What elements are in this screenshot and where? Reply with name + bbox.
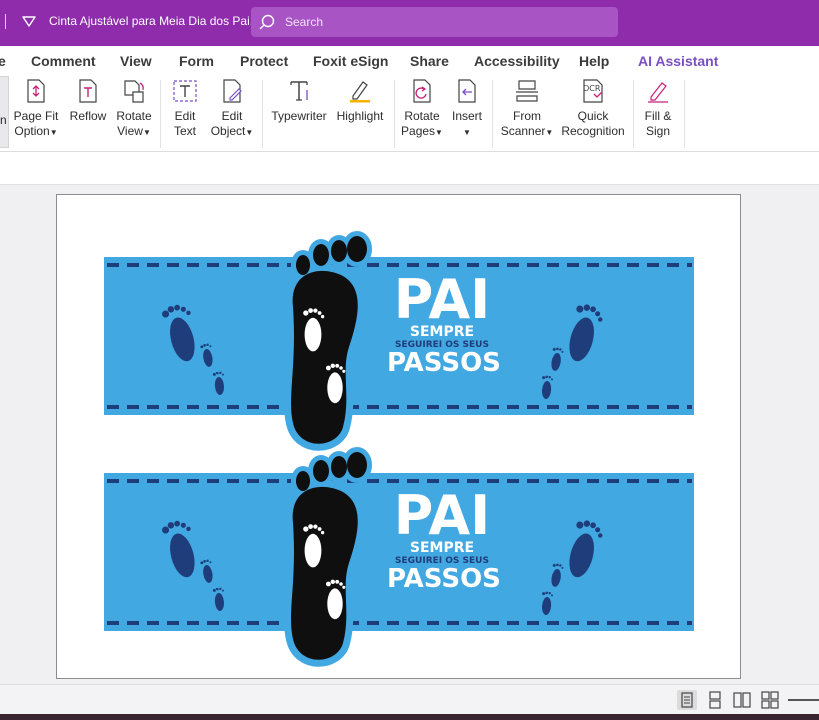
- zoom-slider[interactable]: [788, 699, 819, 701]
- rotate-pages-label-1: Rotate: [404, 109, 440, 123]
- page-fit-icon: [27, 79, 45, 103]
- tab-strip: [0, 152, 819, 185]
- insert-icon: [458, 79, 476, 103]
- title-separator: [5, 14, 6, 29]
- facing-icon: [733, 692, 751, 708]
- ribbon-partial-button[interactable]: n: [0, 76, 9, 148]
- page-fit-label-2: Option: [14, 124, 50, 138]
- continuous-icon: [709, 691, 721, 709]
- tab-accessibility[interactable]: Accessibility: [474, 53, 560, 69]
- quick-access-dropdown-icon[interactable]: [22, 16, 36, 28]
- ribbon-divider: [684, 80, 685, 148]
- edit-text-icon: [173, 80, 197, 102]
- banner-title: PAI: [393, 484, 491, 547]
- from-scanner-label-2: Scanner: [500, 124, 546, 138]
- tab-home-partial[interactable]: e: [0, 53, 6, 69]
- ribbon-divider: [394, 80, 395, 148]
- title-bar: Cinta Ajustável para Meia Dia dos Pai...…: [0, 0, 819, 46]
- search-placeholder: Search: [285, 15, 324, 29]
- ocr-badge-text: OCR: [583, 84, 601, 93]
- chevron-down-icon: ▼: [49, 128, 58, 137]
- rotate-pages-button[interactable]: Rotate Pages▼: [400, 78, 444, 140]
- tab-foxit-esign[interactable]: Foxit eSign: [313, 53, 388, 69]
- highlight-button[interactable]: Highlight: [332, 78, 388, 124]
- search-box[interactable]: Search: [251, 7, 618, 37]
- facing-view-button[interactable]: [732, 690, 752, 710]
- highlight-icon: [350, 81, 370, 103]
- rotate-view-button[interactable]: Rotate View▼: [113, 78, 155, 140]
- banner-line-3: PASSOS: [387, 348, 501, 378]
- tab-protect[interactable]: Protect: [240, 53, 288, 69]
- tab-help[interactable]: Help: [579, 53, 609, 69]
- ribbon-divider: [160, 80, 161, 148]
- fill-sign-label-1: Fill &: [644, 109, 672, 123]
- quick-recognition-label-1: Quick: [577, 109, 609, 123]
- page-fit-label-1: Page Fit: [13, 109, 59, 123]
- edit-object-label-2: Object: [210, 124, 246, 138]
- chevron-down-icon: ▼: [545, 128, 554, 137]
- chevron-down-icon: ▼: [435, 128, 443, 137]
- quick-recognition-label-2: Recognition: [561, 124, 625, 138]
- continuous-facing-icon: [761, 691, 779, 709]
- typewriter-button[interactable]: Typewriter: [269, 78, 329, 124]
- ribbon-divider: [633, 80, 634, 148]
- edit-object-icon: [223, 79, 242, 103]
- banner-title: PAI: [393, 268, 491, 331]
- tab-form[interactable]: Form: [179, 53, 214, 69]
- banner-text-2: PAI SEMPRE SEGUIREI OS SEUS PASSOS: [387, 484, 501, 594]
- typewriter-icon: [290, 81, 308, 101]
- tab-share[interactable]: Share: [410, 53, 449, 69]
- fill-sign-icon: [648, 82, 668, 103]
- rotate-view-label-2: View: [117, 124, 143, 138]
- fill-sign-button[interactable]: Fill & Sign: [638, 78, 678, 139]
- insert-button[interactable]: Insert ▼: [447, 78, 487, 140]
- reflow-label: Reflow: [69, 109, 107, 123]
- tab-comment[interactable]: Comment: [31, 53, 96, 69]
- taskbar-edge: [0, 714, 819, 720]
- search-icon: [259, 14, 275, 30]
- rotate-view-icon: [124, 80, 144, 103]
- single-page-icon: [681, 692, 693, 708]
- tab-view[interactable]: View: [120, 53, 152, 69]
- rotate-view-label-1: Rotate: [116, 109, 152, 123]
- ribbon-divider: [262, 80, 263, 148]
- document-title: Cinta Ajustável para Meia Dia dos Pai...: [49, 14, 260, 28]
- edit-object-label-1: Edit: [221, 109, 243, 123]
- chevron-down-icon: ▼: [142, 128, 151, 137]
- edit-object-button[interactable]: Edit Object▼: [208, 78, 256, 140]
- from-scanner-button[interactable]: From Scanner▼: [498, 78, 556, 140]
- status-bar: [0, 684, 819, 714]
- partial-button-label: n: [0, 113, 7, 127]
- edit-text-label-2: Text: [173, 124, 196, 138]
- page-fit-option-button[interactable]: Page Fit Option▼: [12, 78, 60, 140]
- reflow-icon: [79, 79, 97, 103]
- ribbon-toolbar: n Page Fit Option▼ Reflow Rotate View▼ E…: [0, 74, 819, 152]
- banner-text-1: PAI SEMPRE SEGUIREI OS SEUS PASSOS: [387, 268, 501, 378]
- rotate-pages-label-2: Pages: [401, 124, 436, 138]
- ocr-icon: OCR: [583, 79, 603, 103]
- menu-bar: e Comment View Form Protect Foxit eSign …: [0, 46, 819, 74]
- fill-sign-label-2: Sign: [645, 124, 671, 138]
- banner-line-3: PASSOS: [387, 564, 501, 594]
- from-scanner-label-1: From: [513, 109, 541, 123]
- document-page: PAI SEMPRE SEGUIREI OS SEUS PASSOS PAI S…: [56, 194, 741, 679]
- reflow-button[interactable]: Reflow: [66, 78, 110, 124]
- tab-ai-assistant[interactable]: AI Assistant: [638, 53, 718, 69]
- chevron-down-icon: ▼: [463, 128, 471, 137]
- continuous-view-button[interactable]: [705, 690, 725, 710]
- quick-recognition-button[interactable]: OCR Quick Recognition: [558, 78, 628, 139]
- single-page-view-button[interactable]: [677, 690, 697, 710]
- ribbon-divider: [492, 80, 493, 148]
- continuous-facing-view-button[interactable]: [760, 690, 780, 710]
- chevron-down-icon: ▼: [245, 128, 254, 137]
- typewriter-label: Typewriter: [271, 109, 327, 123]
- edit-text-button[interactable]: Edit Text: [166, 78, 204, 139]
- highlight-label: Highlight: [336, 109, 384, 123]
- rotate-pages-icon: [413, 79, 431, 103]
- edit-text-label-1: Edit: [174, 109, 196, 123]
- insert-label: Insert: [451, 109, 482, 123]
- scanner-icon: [516, 80, 538, 102]
